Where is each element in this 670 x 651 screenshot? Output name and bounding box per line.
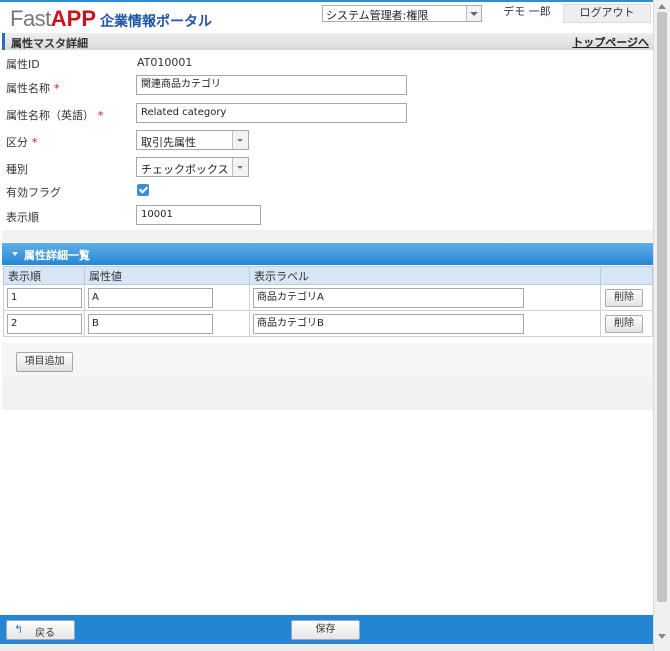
- required-mark: *: [98, 109, 104, 122]
- order-input[interactable]: 2: [7, 313, 82, 334]
- bottom-strip: [0, 644, 653, 651]
- column-header: 表示順: [3, 266, 85, 285]
- back-button[interactable]: ↰ 戻る: [6, 620, 75, 640]
- valid-flag-checkbox[interactable]: [137, 184, 149, 196]
- label-cell: 商品カテゴリB: [249, 310, 601, 337]
- attr-name-label-text: 属性名称: [6, 82, 50, 95]
- add-item-button[interactable]: 項目追加: [16, 352, 73, 372]
- shubetsu-label: 種別: [6, 163, 28, 176]
- shubetsu-select-value: チェックボックス: [141, 163, 229, 176]
- app-logo[interactable]: FastAPP 企業情報ポータル: [10, 6, 212, 32]
- logo-fast-text: Fast: [10, 6, 51, 31]
- page-titlebar: 属性マスタ詳細 トップページへ: [2, 33, 653, 50]
- save-button[interactable]: 保存: [291, 620, 360, 640]
- label-cell: 商品カテゴリA: [249, 284, 601, 311]
- detail-panel-header[interactable]: 属性詳細一覧: [2, 243, 653, 265]
- delete-cell: 削除: [600, 310, 653, 337]
- table-row: 2 B 商品カテゴリB 削除: [3, 310, 653, 337]
- order-input[interactable]: 1: [7, 287, 82, 308]
- logo-app-text: APP: [50, 6, 97, 31]
- label-input[interactable]: 商品カテゴリA: [253, 287, 524, 308]
- attr-name-en-input[interactable]: Related category: [136, 103, 407, 123]
- column-header: [600, 266, 653, 285]
- required-mark: *: [54, 82, 60, 95]
- column-header: 表示ラベル: [249, 266, 601, 285]
- chevron-down-icon[interactable]: [232, 158, 248, 176]
- scroll-up-icon[interactable]: [658, 4, 666, 9]
- top-frame-line: [0, 0, 670, 2]
- top-page-link[interactable]: トップページへ: [572, 34, 649, 50]
- detail-panel-title: 属性詳細一覧: [24, 249, 90, 262]
- collapse-triangle-icon[interactable]: [12, 252, 18, 256]
- kubun-select-value: 取引先属性: [141, 136, 196, 149]
- required-mark: *: [32, 136, 38, 149]
- shubetsu-select[interactable]: チェックボックス: [136, 157, 249, 177]
- detail-table: 表示順 属性値 表示ラベル 1 A 商品カテゴリA 削除 2 B 商品カテゴリB…: [3, 266, 653, 337]
- scrollbar-thumb[interactable]: [657, 12, 667, 602]
- kubun-select[interactable]: 取引先属性: [136, 130, 249, 150]
- back-arrow-icon: ↰: [14, 623, 24, 636]
- display-order-label: 表示順: [6, 211, 39, 224]
- table-row: 1 A 商品カテゴリA 削除: [3, 284, 653, 311]
- scroll-down-icon[interactable]: [658, 634, 666, 639]
- order-cell: 2: [3, 310, 85, 337]
- role-select-value: システム管理者:権限: [326, 9, 429, 22]
- value-cell: A: [84, 284, 250, 311]
- display-order-input[interactable]: 10001: [136, 205, 261, 225]
- attr-name-label: 属性名称 *: [6, 80, 60, 96]
- delete-cell: 削除: [600, 284, 653, 311]
- content-spacer: [2, 377, 653, 410]
- column-header: 属性値: [84, 266, 250, 285]
- attr-id-value: AT010001: [137, 56, 193, 69]
- label-input[interactable]: 商品カテゴリB: [253, 313, 524, 334]
- attr-name-en-label: 属性名称（英語） *: [6, 107, 104, 123]
- kubun-label: 区分 *: [6, 134, 38, 150]
- table-header-row: 表示順 属性値 表示ラベル: [3, 266, 653, 285]
- section-separator: [2, 230, 653, 242]
- chevron-down-icon[interactable]: [466, 6, 481, 21]
- value-input[interactable]: B: [88, 313, 213, 334]
- delete-button[interactable]: 削除: [605, 314, 643, 333]
- attr-name-en-label-text: 属性名称（英語）: [6, 109, 94, 122]
- attr-name-input[interactable]: 関連商品カテゴリ: [136, 75, 407, 95]
- vertical-scrollbar[interactable]: [653, 0, 670, 651]
- page-title: 属性マスタ詳細: [11, 37, 88, 50]
- valid-flag-label: 有効フラグ: [6, 186, 61, 199]
- kubun-label-text: 区分: [6, 136, 28, 149]
- logo-portal-text: 企業情報ポータル: [100, 14, 213, 30]
- back-button-label: 戻る: [35, 628, 55, 639]
- order-cell: 1: [3, 284, 85, 311]
- delete-button[interactable]: 削除: [605, 288, 643, 307]
- value-cell: B: [84, 310, 250, 337]
- logout-button[interactable]: ログアウト: [563, 4, 651, 23]
- value-input[interactable]: A: [88, 287, 213, 308]
- add-item-area: [2, 343, 653, 377]
- role-select[interactable]: システム管理者:権限: [322, 5, 482, 22]
- attr-id-label: 属性ID: [6, 58, 40, 71]
- user-name: デモ 一郎: [492, 5, 562, 22]
- chevron-down-icon[interactable]: [232, 131, 248, 149]
